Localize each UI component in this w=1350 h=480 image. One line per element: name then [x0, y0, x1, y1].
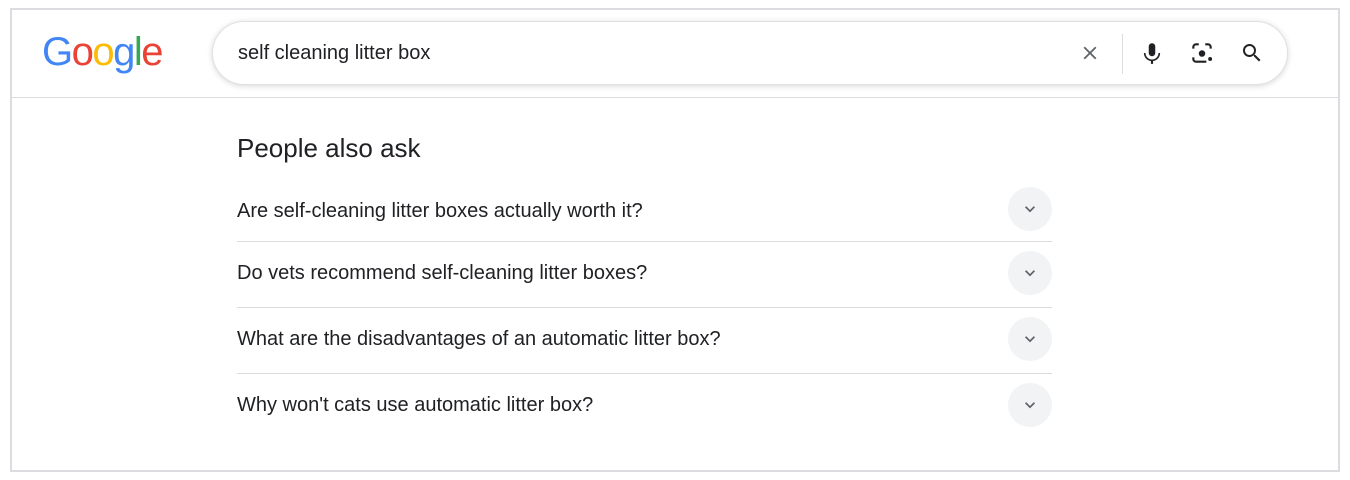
paa-question-text: What are the disadvantages of an automat… — [237, 328, 721, 350]
expand-button[interactable] — [1008, 317, 1052, 361]
search-box — [212, 21, 1288, 85]
expand-button[interactable] — [1008, 383, 1052, 427]
lens-camera-icon[interactable] — [1187, 38, 1217, 68]
paa-list: Are self-cleaning litter boxes actually … — [237, 186, 1052, 440]
expand-button[interactable] — [1008, 251, 1052, 295]
logo-letter: l — [133, 30, 143, 74]
google-logo[interactable]: Google — [42, 28, 163, 76]
page-frame: Google People also ask Are self-cleaning… — [10, 8, 1340, 472]
close-icon[interactable] — [1075, 38, 1105, 68]
paa-question-item[interactable]: Why won't cats use automatic litter box? — [237, 374, 1052, 440]
paa-question-item[interactable]: What are the disadvantages of an automat… — [237, 308, 1052, 374]
paa-question-item[interactable]: Do vets recommend self-cleaning litter b… — [237, 242, 1052, 308]
logo-letter: o — [71, 30, 94, 74]
paa-heading: People also ask — [237, 133, 421, 163]
paa-question-text: Are self-cleaning litter boxes actually … — [237, 200, 643, 222]
expand-button[interactable] — [1008, 187, 1052, 231]
microphone-icon[interactable] — [1137, 38, 1167, 68]
chevron-down-icon — [1025, 336, 1035, 343]
logo-letter: G — [42, 30, 73, 74]
paa-question-text: Do vets recommend self-cleaning litter b… — [237, 262, 648, 284]
chevron-down-icon — [1025, 206, 1035, 213]
search-input[interactable] — [238, 22, 1038, 84]
chevron-down-icon — [1025, 270, 1035, 277]
logo-letter: e — [141, 30, 163, 74]
search-divider — [1122, 34, 1123, 74]
chevron-down-icon — [1025, 402, 1035, 409]
logo-letter: o — [92, 30, 114, 74]
paa-question-text: Why won't cats use automatic litter box? — [237, 394, 594, 416]
search-icon[interactable] — [1237, 38, 1267, 68]
paa-question-item[interactable]: Are self-cleaning litter boxes actually … — [237, 186, 1052, 242]
search-header: Google — [12, 10, 1338, 98]
logo-letter: g — [113, 30, 135, 74]
